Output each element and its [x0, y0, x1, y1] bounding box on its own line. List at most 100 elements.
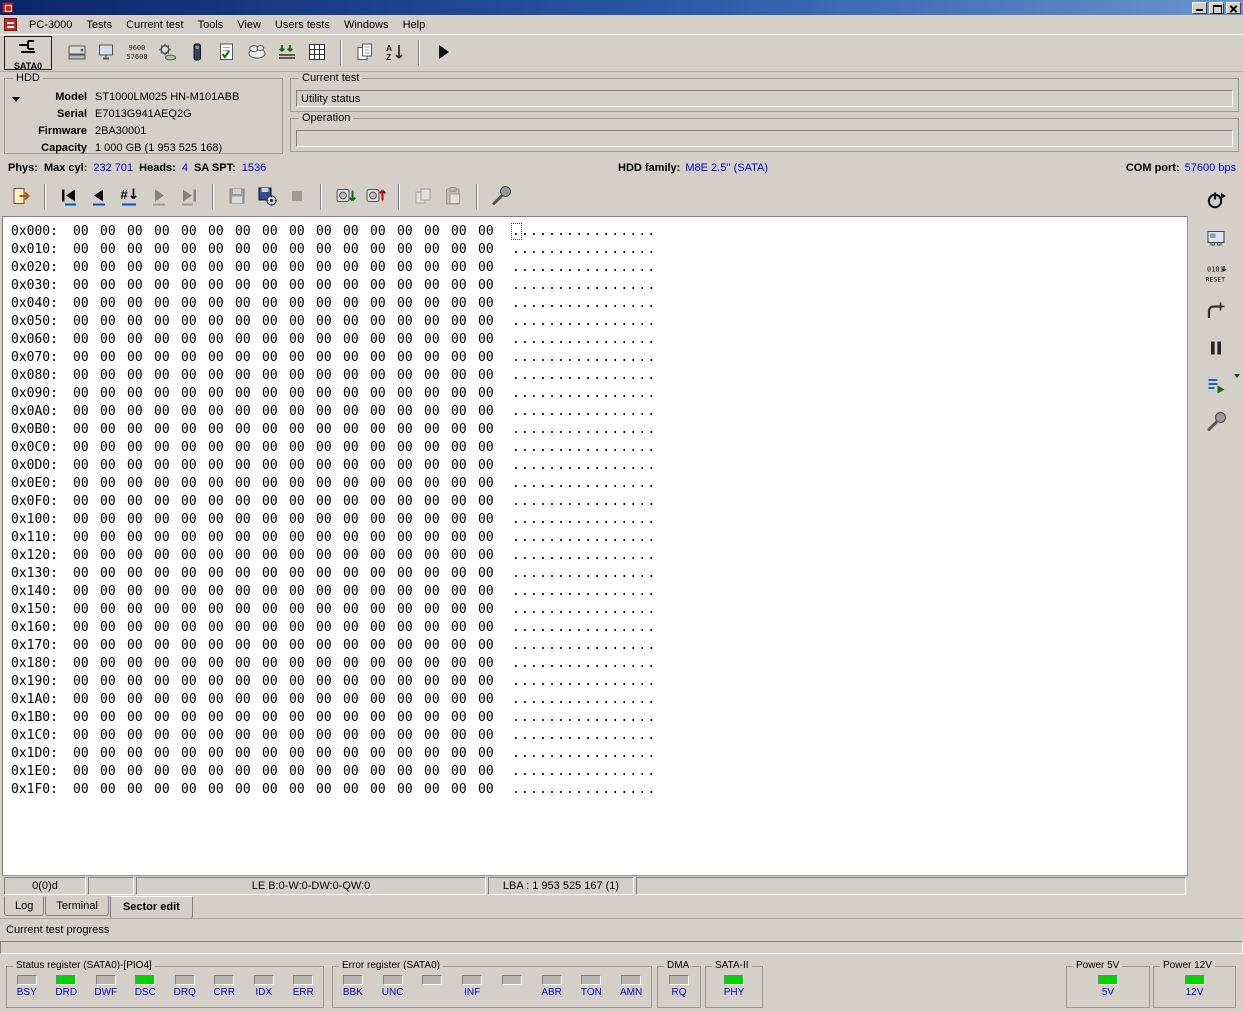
hex-byte-cell[interactable]: 00 — [181, 277, 208, 295]
hex-byte-cell[interactable]: 00 — [235, 349, 262, 367]
hex-byte-cell[interactable]: 00 — [181, 457, 208, 475]
hex-byte-cell[interactable]: 00 — [370, 529, 397, 547]
hex-ascii[interactable]: ................ — [512, 637, 656, 655]
hex-byte-cell[interactable]: 00 — [289, 781, 316, 799]
hex-byte-cell[interactable]: 00 — [316, 493, 343, 511]
hex-byte-cell[interactable]: 00 — [100, 295, 127, 313]
hex-byte-cell[interactable]: 00 — [451, 637, 478, 655]
hex-byte-cell[interactable]: 00 — [451, 655, 478, 673]
hex-byte-cell[interactable]: 00 — [73, 565, 100, 583]
hex-byte-cell[interactable]: 00 — [478, 547, 505, 565]
hex-byte-cell[interactable]: 00 — [397, 709, 424, 727]
hex-byte-cell[interactable]: 00 — [73, 385, 100, 403]
hex-ascii[interactable]: ................ — [512, 493, 656, 511]
hex-byte-cell[interactable]: 00 — [262, 385, 289, 403]
hex-byte-cell[interactable]: 00 — [370, 277, 397, 295]
hex-byte-cell[interactable]: 00 — [451, 691, 478, 709]
hex-byte-cell[interactable]: 00 — [370, 385, 397, 403]
hex-byte-cell[interactable]: 00 — [316, 529, 343, 547]
hex-byte-cell[interactable]: 00 — [370, 367, 397, 385]
hex-byte-cell[interactable]: 00 — [397, 241, 424, 259]
hex-byte-cell[interactable]: 00 — [235, 493, 262, 511]
hex-byte-cell[interactable]: 00 — [343, 655, 370, 673]
hex-byte-cell[interactable]: 00 — [73, 745, 100, 763]
hex-byte-cell[interactable]: 00 — [451, 601, 478, 619]
hex-byte-cell[interactable]: 00 — [289, 223, 316, 241]
hex-byte-cell[interactable]: 00 — [100, 439, 127, 457]
hex-byte-cell[interactable]: 00 — [289, 259, 316, 277]
hex-byte-cell[interactable]: 00 — [424, 475, 451, 493]
hex-byte-cell[interactable]: 00 — [235, 313, 262, 331]
hex-byte-cell[interactable]: 00 — [181, 493, 208, 511]
hex-byte-cell[interactable]: 00 — [127, 403, 154, 421]
hex-byte-cell[interactable]: 00 — [208, 637, 235, 655]
hex-dump-area[interactable]: 0x000:00000000000000000000000000000000..… — [2, 216, 1188, 876]
hex-byte-cell[interactable]: 00 — [316, 781, 343, 799]
hex-byte-cell[interactable]: 00 — [235, 457, 262, 475]
hex-byte-cell[interactable]: 00 — [262, 709, 289, 727]
hex-byte-cell[interactable]: 00 — [451, 781, 478, 799]
hex-byte-cell[interactable]: 00 — [343, 529, 370, 547]
hex-ascii[interactable]: ................ — [512, 223, 656, 241]
hex-byte-cell[interactable]: 00 — [262, 493, 289, 511]
hex-byte-cell[interactable]: 00 — [370, 241, 397, 259]
hex-byte-cell[interactable]: 00 — [181, 745, 208, 763]
menu-item-pc-3000[interactable]: PC-3000 — [22, 17, 79, 33]
hex-byte-cell[interactable]: 00 — [100, 493, 127, 511]
hex-byte-cell[interactable]: 00 — [208, 421, 235, 439]
hex-byte-cell[interactable]: 00 — [451, 295, 478, 313]
hex-byte-cell[interactable]: 00 — [397, 493, 424, 511]
hex-byte-cell[interactable]: 00 — [289, 673, 316, 691]
hex-byte-cell[interactable]: 00 — [370, 475, 397, 493]
hex-byte-cell[interactable]: 00 — [370, 565, 397, 583]
hex-byte-cell[interactable]: 00 — [208, 241, 235, 259]
hex-byte-cell[interactable]: 00 — [73, 547, 100, 565]
hex-byte-cell[interactable]: 00 — [397, 727, 424, 745]
hex-byte-cell[interactable]: 00 — [181, 475, 208, 493]
hex-ascii[interactable]: ................ — [512, 475, 656, 493]
hex-byte-cell[interactable]: 00 — [235, 565, 262, 583]
hex-byte-cell[interactable]: 00 — [424, 781, 451, 799]
hex-byte-cell[interactable]: 00 — [154, 313, 181, 331]
prev-sector-button[interactable] — [84, 182, 114, 212]
hex-byte-cell[interactable]: 00 — [235, 709, 262, 727]
hex-byte-cell[interactable]: 00 — [100, 781, 127, 799]
hex-byte-cell[interactable]: 00 — [73, 691, 100, 709]
hex-byte-cell[interactable]: 00 — [262, 367, 289, 385]
hex-byte-cell[interactable]: 00 — [262, 691, 289, 709]
hex-byte-cell[interactable]: 00 — [478, 781, 505, 799]
hex-byte-cell[interactable]: 00 — [208, 619, 235, 637]
hex-byte-cell[interactable]: 00 — [397, 511, 424, 529]
hex-byte-cell[interactable]: 00 — [424, 241, 451, 259]
hex-ascii[interactable]: ................ — [512, 781, 656, 799]
hex-byte-cell[interactable]: 00 — [478, 439, 505, 457]
hex-byte-cell[interactable]: 00 — [100, 367, 127, 385]
sata0-port-button[interactable]: SATA0 — [4, 36, 52, 70]
hex-byte-cell[interactable]: 00 — [343, 673, 370, 691]
hex-byte-cell[interactable]: 00 — [208, 259, 235, 277]
hex-byte-cell[interactable]: 00 — [397, 439, 424, 457]
hex-byte-cell[interactable]: 00 — [154, 601, 181, 619]
hex-byte-cell[interactable]: 00 — [262, 583, 289, 601]
hex-byte-cell[interactable]: 00 — [100, 241, 127, 259]
menu-item-windows[interactable]: Windows — [337, 17, 396, 33]
menu-item-current-test[interactable]: Current test — [119, 17, 190, 33]
hex-byte-cell[interactable]: 00 — [451, 439, 478, 457]
hex-ascii[interactable]: ................ — [512, 547, 656, 565]
hex-byte-cell[interactable]: 00 — [73, 421, 100, 439]
hex-byte-cell[interactable]: 00 — [289, 565, 316, 583]
hex-byte-cell[interactable]: 00 — [370, 781, 397, 799]
hex-byte-cell[interactable]: 00 — [127, 529, 154, 547]
hex-byte-cell[interactable]: 00 — [127, 727, 154, 745]
hex-byte-cell[interactable]: 00 — [73, 493, 100, 511]
hex-byte-cell[interactable]: 00 — [262, 475, 289, 493]
hex-ascii[interactable]: ................ — [512, 421, 656, 439]
hex-byte-cell[interactable]: 00 — [478, 655, 505, 673]
tab-terminal[interactable]: Terminal — [45, 896, 109, 916]
hex-byte-cell[interactable]: 00 — [289, 277, 316, 295]
hex-byte-cell[interactable]: 00 — [343, 745, 370, 763]
hex-byte-cell[interactable]: 00 — [343, 601, 370, 619]
hex-byte-cell[interactable]: 00 — [343, 421, 370, 439]
hex-byte-cell[interactable]: 00 — [127, 493, 154, 511]
hex-ascii[interactable]: ................ — [512, 529, 656, 547]
